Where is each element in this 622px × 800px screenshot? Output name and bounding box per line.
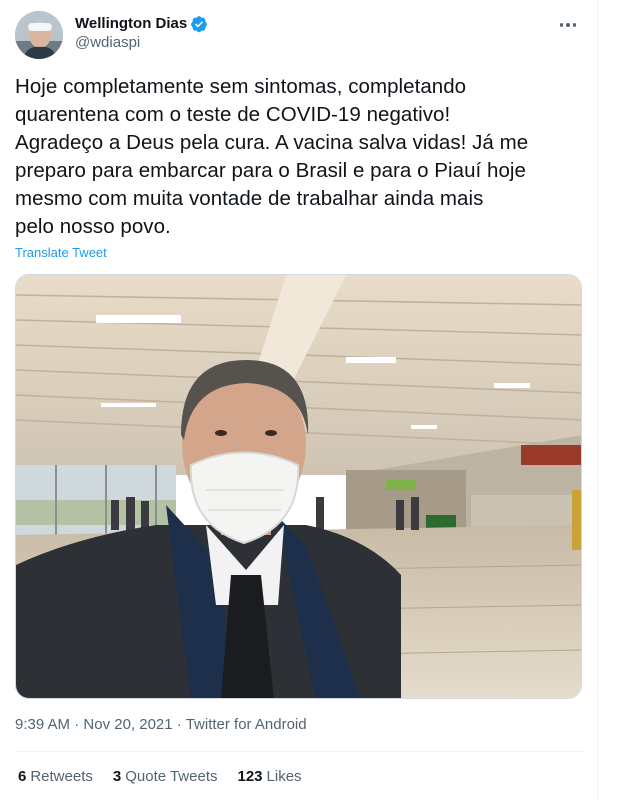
verified-badge-icon	[190, 15, 208, 33]
more-options-icon[interactable]	[551, 11, 585, 39]
tweet-text: Hoje completamente sem sintomas, complet…	[15, 75, 529, 238]
tweet-meta: 9:39 AM · Nov 20, 2021 · Twitter for And…	[15, 716, 307, 733]
avatar[interactable]	[15, 11, 63, 59]
author-handle[interactable]: @wdiaspi	[75, 33, 208, 53]
engagement-stats: 6 Retweets 3 Quote Tweets 123 Likes	[18, 768, 302, 785]
likes-stat[interactable]: 123 Likes	[238, 768, 302, 785]
meta-separator: ·	[74, 716, 80, 733]
column-border	[597, 0, 598, 800]
retweets-count: 6	[18, 768, 27, 785]
author-name-text: Wellington Dias	[75, 15, 188, 32]
translate-tweet-link[interactable]: Translate Tweet	[15, 245, 107, 260]
quotes-label: Quote Tweets	[125, 768, 218, 785]
tweet-photo[interactable]	[15, 274, 582, 699]
tweet-date[interactable]: Nov 20, 2021	[83, 716, 172, 733]
tweet-time[interactable]: 9:39 AM	[15, 716, 70, 733]
tweet-source[interactable]: Twitter for Android	[186, 716, 307, 733]
meta-separator: ·	[176, 716, 182, 733]
tweet-header: Wellington Dias @wdiaspi	[15, 11, 585, 59]
author-name[interactable]: Wellington Dias	[75, 14, 208, 33]
likes-count: 123	[237, 768, 263, 785]
quote-tweets-stat[interactable]: 3 Quote Tweets	[113, 768, 218, 785]
retweets-stat[interactable]: 6 Retweets	[18, 768, 93, 785]
retweets-label: Retweets	[30, 768, 93, 785]
likes-label: Likes	[266, 768, 302, 785]
quotes-count: 3	[112, 768, 122, 785]
divider	[15, 751, 585, 752]
